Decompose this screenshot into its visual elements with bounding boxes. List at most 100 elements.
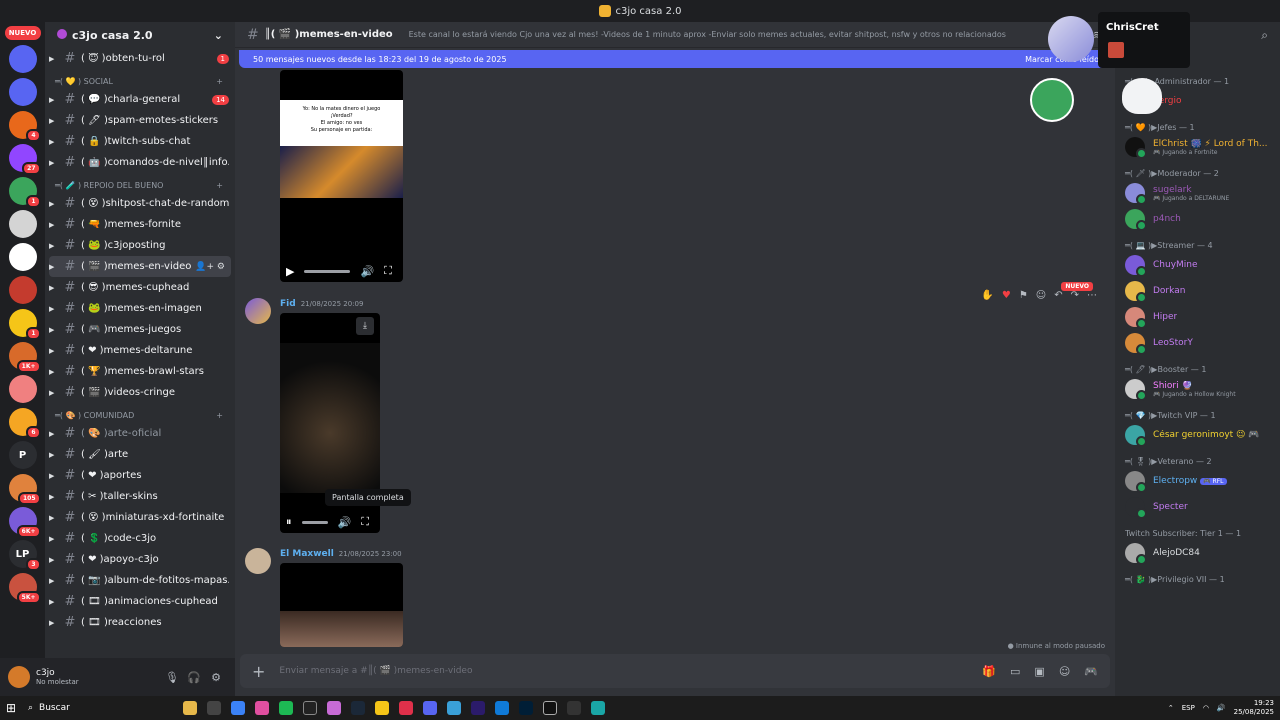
fullscreen-icon[interactable]: ⛶ bbox=[361, 515, 369, 529]
emoji-icon[interactable]: ☺ bbox=[1036, 290, 1046, 301]
chevron-right-icon[interactable]: ▶ bbox=[49, 577, 57, 585]
spotify-icon[interactable] bbox=[279, 701, 293, 715]
channel-category[interactable]: ═( 💛 ) SOCIAL + bbox=[45, 69, 235, 89]
member-item[interactable]: sugelark 🎮 Jugando a DELTARUNE bbox=[1115, 180, 1280, 206]
app-icon[interactable] bbox=[255, 701, 269, 715]
channel-category[interactable]: ═( 🎨 ) COMUNIDAD + bbox=[45, 403, 235, 423]
app-icon[interactable] bbox=[303, 701, 317, 715]
channel-item[interactable]: ▶ # ( 🎞 )animaciones-cuphead bbox=[45, 591, 235, 612]
channel-category[interactable]: ═( 🧪 ) REPOIO DEL BUENO + bbox=[45, 173, 235, 193]
member-item[interactable]: Electropw 🎮 RFL bbox=[1115, 468, 1280, 494]
flag-icon[interactable]: ⚑ bbox=[1019, 290, 1028, 301]
channel-item[interactable]: ▶ # ( 😇 )obten-tu-rol 1 bbox=[45, 48, 235, 69]
message-author[interactable]: El Maxwell bbox=[280, 549, 334, 559]
new-servers-pill[interactable]: NUEVO bbox=[4, 26, 41, 40]
channel-item[interactable]: ▶ # ( 💬 )charla-general 14 bbox=[45, 89, 235, 110]
new-messages-bar[interactable]: 50 mensajes nuevos desde las 18:23 del 1… bbox=[239, 50, 1113, 68]
premiere-icon[interactable] bbox=[471, 701, 485, 715]
server-icon[interactable]: LP 3 bbox=[8, 540, 41, 571]
server-icon[interactable]: 4 bbox=[8, 111, 41, 142]
channel-item[interactable]: ▶ # ( 🐸 )memes-en-imagen bbox=[45, 298, 235, 319]
server-icon[interactable] bbox=[8, 210, 37, 238]
chevron-right-icon[interactable]: ▶ bbox=[49, 55, 57, 63]
chevron-right-icon[interactable]: ▶ bbox=[49, 514, 57, 522]
overlay-stream-thumb[interactable] bbox=[1108, 42, 1124, 58]
volume-icon[interactable]: 🔊 bbox=[360, 265, 374, 278]
member-item[interactable]: LeoStorY bbox=[1115, 330, 1280, 356]
volume-icon[interactable]: 🔊 bbox=[1217, 704, 1226, 712]
channel-item[interactable]: ▶ # ( 😵 )shitpost-chat-de-randoms bbox=[45, 193, 235, 214]
more-icon[interactable]: ⋯ bbox=[1087, 290, 1097, 301]
chevron-right-icon[interactable]: ▶ bbox=[49, 326, 57, 334]
message-author[interactable]: Fid bbox=[280, 299, 296, 309]
chevron-right-icon[interactable]: ▶ bbox=[49, 472, 57, 480]
taskbar-search[interactable]: ⌕ Buscar bbox=[28, 703, 178, 713]
chevron-right-icon[interactable]: ▶ bbox=[49, 138, 57, 146]
channel-item[interactable]: ▶ # ( 🔒 )twitch-subs-chat bbox=[45, 131, 235, 152]
server-icon[interactable]: 105 bbox=[8, 474, 41, 505]
chevron-right-icon[interactable]: ▶ bbox=[49, 117, 57, 125]
gift-icon[interactable]: 🎁 bbox=[982, 665, 996, 678]
pause-icon[interactable]: ⏸ bbox=[286, 515, 292, 529]
download-icon[interactable]: ⤓ bbox=[356, 317, 374, 335]
overlay-avatar[interactable] bbox=[1048, 16, 1094, 62]
chevron-right-icon[interactable]: ▶ bbox=[49, 493, 57, 501]
server-icon[interactable]: 5K+ bbox=[8, 573, 41, 604]
channel-item[interactable]: ▶ # ( ❤ )apoyo-c3jo bbox=[45, 549, 235, 570]
channel-item[interactable]: ▶ # ( 💲 )code-c3jo bbox=[45, 528, 235, 549]
channel-item[interactable]: ▶ # ( 😎 )memes-cuphead bbox=[45, 277, 235, 298]
channel-item[interactable]: ▶ # ( ❤ )memes-deltarune bbox=[45, 340, 235, 361]
member-item[interactable]: ChuyMine bbox=[1115, 252, 1280, 278]
add-channel-icon[interactable]: + bbox=[216, 181, 223, 190]
chevron-right-icon[interactable]: ▶ bbox=[49, 619, 57, 627]
channel-item[interactable]: ▶ # ( 📷 )album-de-fotitos-mapas... bbox=[45, 570, 235, 591]
app-icon[interactable] bbox=[591, 701, 605, 715]
fullscreen-icon[interactable]: ⛶ bbox=[384, 264, 392, 278]
server-icon[interactable]: 1 bbox=[8, 309, 41, 340]
server-icon[interactable]: 6K+ bbox=[8, 507, 41, 538]
app-icon[interactable] bbox=[447, 701, 461, 715]
guild-header[interactable]: c3jo casa 2.0 ⌄ bbox=[45, 22, 235, 48]
chevron-right-icon[interactable]: ▶ bbox=[49, 347, 57, 355]
author-avatar[interactable] bbox=[245, 548, 271, 574]
app-icon[interactable] bbox=[399, 701, 413, 715]
member-item[interactable]: Hiper bbox=[1115, 304, 1280, 330]
microphone-icon[interactable]: 🎙 bbox=[161, 671, 183, 684]
app-icon[interactable] bbox=[567, 701, 581, 715]
chevron-right-icon[interactable]: ▶ bbox=[49, 263, 57, 271]
channel-item[interactable]: ▶ # ( ✂ )taller-skins bbox=[45, 486, 235, 507]
app-icon[interactable] bbox=[183, 701, 197, 715]
heart-icon[interactable]: ♥ bbox=[1002, 290, 1011, 301]
channel-item[interactable]: ▶ # ( 🎮 )memes-juegos bbox=[45, 319, 235, 340]
app-icon[interactable] bbox=[207, 701, 221, 715]
chevron-right-icon[interactable]: ▶ bbox=[49, 200, 57, 208]
chevron-right-icon[interactable]: ▶ bbox=[49, 451, 57, 459]
add-attachment-icon[interactable]: + bbox=[252, 662, 265, 681]
author-avatar[interactable] bbox=[245, 298, 271, 324]
chevron-right-icon[interactable]: ▶ bbox=[49, 96, 57, 104]
chevron-right-icon[interactable]: ▶ bbox=[49, 368, 57, 376]
edge-icon[interactable] bbox=[495, 701, 509, 715]
gear-icon[interactable]: ⚙ bbox=[205, 671, 227, 684]
progress-bar[interactable] bbox=[304, 269, 351, 273]
channel-item[interactable]: ▶ # ( ❤ )aportes bbox=[45, 465, 235, 486]
chevron-right-icon[interactable]: ▶ bbox=[49, 556, 57, 564]
forward-icon[interactable]: ↷ bbox=[1071, 290, 1079, 301]
member-item[interactable]: César geronimoyt 😉 🎮 bbox=[1115, 422, 1280, 448]
server-icon[interactable] bbox=[8, 276, 37, 304]
channel-item[interactable]: ▶ # ( 🏆 )memes-brawl-stars bbox=[45, 361, 235, 382]
gif-icon[interactable]: ▭ bbox=[1010, 665, 1020, 678]
server-icon[interactable]: P bbox=[8, 441, 37, 469]
reply-icon[interactable]: ↶ bbox=[1054, 290, 1062, 301]
app-icon[interactable] bbox=[327, 701, 341, 715]
emoji-icon[interactable]: ☺ bbox=[1059, 665, 1070, 678]
server-icon[interactable] bbox=[8, 78, 37, 106]
photoshop-icon[interactable] bbox=[519, 701, 533, 715]
member-item[interactable]: Shiori 🔮 🎮 Jugando a Hollow Knight bbox=[1115, 376, 1280, 402]
channel-item[interactable]: ▶ # ( 🎞 )reacciones bbox=[45, 612, 235, 633]
member-item[interactable]: p4nch bbox=[1115, 206, 1280, 232]
message-input[interactable]: Enviar mensaje a #║( 🎬 )memes-en-video bbox=[279, 666, 968, 676]
chevron-right-icon[interactable]: ▶ bbox=[49, 221, 57, 229]
chevron-up-icon[interactable]: ⌃ bbox=[1168, 704, 1174, 712]
chevron-right-icon[interactable]: ▶ bbox=[49, 430, 57, 438]
